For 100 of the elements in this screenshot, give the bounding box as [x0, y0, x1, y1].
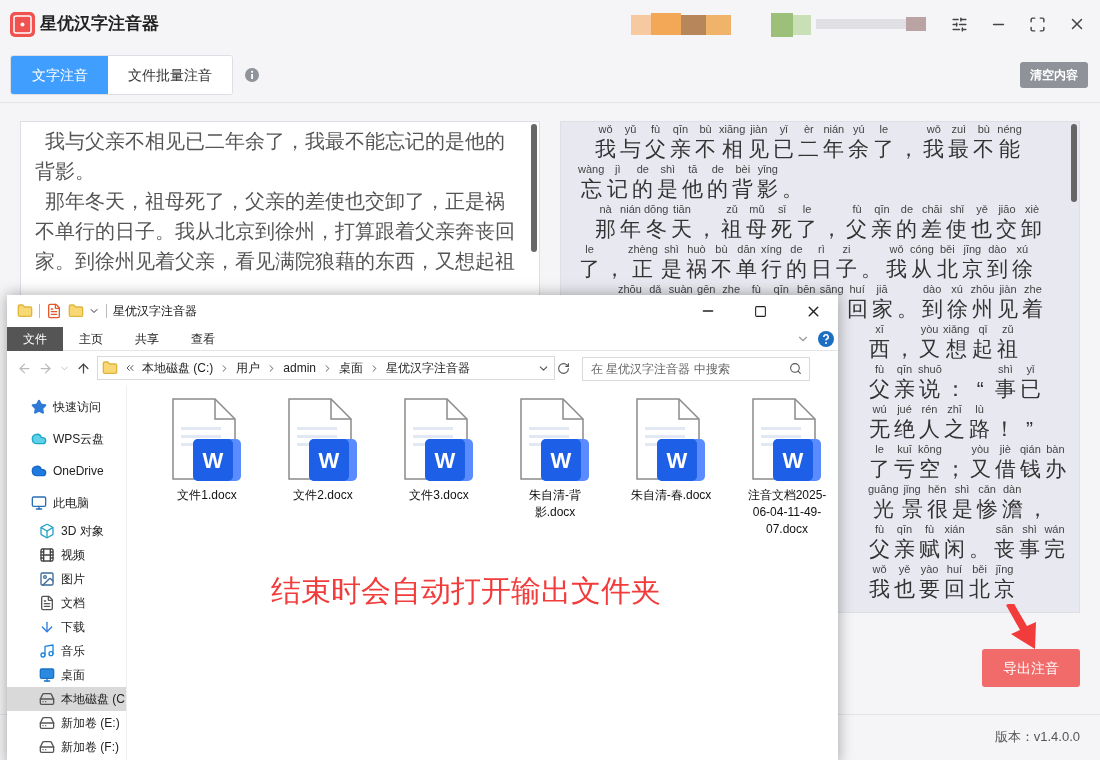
pinyin: zhōu — [970, 282, 995, 296]
file-name[interactable]: 朱自清-背影.docx — [513, 487, 597, 521]
pinyin: de — [711, 162, 724, 176]
sidebar-item[interactable]: OneDrive — [7, 455, 126, 487]
path-segment[interactable]: admin — [283, 359, 316, 377]
help-icon[interactable] — [818, 330, 834, 347]
hanzi: 说 — [919, 376, 941, 402]
hanzi: 州 — [972, 296, 993, 322]
overflow-icon — [124, 362, 136, 374]
maximize-icon[interactable] — [754, 304, 767, 318]
pinyin: zuì — [951, 122, 967, 136]
pinyin: sān — [995, 522, 1014, 536]
checklist-icon[interactable] — [46, 303, 62, 319]
pinyin: fù — [650, 122, 661, 136]
sidebar-item[interactable]: 新加卷 (E:) — [7, 711, 126, 735]
hanzi: 绝 — [894, 416, 915, 442]
pinyin: yòu — [971, 442, 990, 456]
pinyin: rì — [818, 242, 825, 256]
hanzi: 北 — [969, 576, 990, 602]
up-icon[interactable] — [76, 360, 91, 376]
sidebar-item[interactable]: WPS云盘 — [7, 423, 126, 455]
sidebar-item[interactable]: 下载 — [7, 615, 126, 639]
hanzi: 记 — [607, 176, 629, 202]
star-icon — [31, 399, 47, 415]
hanzi: ” — [1026, 416, 1033, 442]
file-name[interactable]: 注音文档2025-06-04-11-49-07.docx — [745, 487, 829, 538]
film-icon — [39, 547, 55, 563]
search-field[interactable]: 在 星优汉字注音器 中搜索 — [582, 357, 810, 381]
hanzi: 了 — [579, 256, 600, 282]
sidebar-item[interactable]: 图片 — [7, 567, 126, 591]
pinyin: běi — [972, 562, 987, 576]
pinyin: le — [879, 122, 889, 136]
ribbon-tab[interactable]: 共享 — [119, 326, 175, 351]
sidebar-item[interactable]: 本地磁盘 (C — [7, 687, 126, 711]
input-paragraph: 那年冬天，祖母死了，父亲的差使也交卸了，正是祸不单行的日子。我从北京到徐州，打算跟着父亲奔丧回家。到徐州见着父亲，看见满院狼藉的东西，又想起祖 — [35, 189, 516, 274]
pinyin: huí — [946, 562, 963, 576]
scrollbar-thumb[interactable] — [531, 124, 537, 252]
address-bar[interactable]: 本地磁盘 (C:) 用户 admin 桌面 星优汉字注音器 — [97, 356, 555, 380]
sidebar-item[interactable]: 新加卷 (F:) — [7, 735, 126, 759]
hanzi: 是 — [657, 176, 679, 202]
ribbon-tab[interactable]: 主页 — [63, 326, 119, 351]
hanzi: 完 — [1044, 536, 1065, 562]
pinyin: nián — [620, 202, 641, 216]
hanzi: 父 — [869, 536, 890, 562]
sidebar-item[interactable]: 文档 — [7, 591, 126, 615]
search-icon[interactable] — [789, 362, 802, 375]
hanzi: 是 — [661, 256, 682, 282]
pinyin: xiāng — [719, 122, 746, 136]
cloud-icon — [31, 431, 47, 447]
ribbon-tab[interactable]: 文件 — [7, 326, 63, 351]
pinyin: kōng — [918, 442, 942, 456]
pinyin: bù — [715, 242, 728, 256]
pinyin: èr — [803, 122, 814, 136]
hanzi: 相 — [721, 136, 743, 162]
path-segment[interactable]: 本地磁盘 (C:) — [142, 359, 214, 377]
pinyin: yě — [976, 202, 988, 216]
hanzi: 北 — [936, 256, 958, 282]
sidebar-item[interactable]: 视频 — [7, 543, 126, 567]
file-name[interactable]: 文件3.docx — [397, 487, 481, 504]
file-name[interactable]: 文件1.docx — [165, 487, 249, 504]
path-segment[interactable]: 桌面 — [339, 359, 363, 377]
hanzi: 死 — [771, 216, 793, 242]
pinyin: wàng — [578, 162, 605, 176]
scrollbar-thumb[interactable] — [1071, 124, 1077, 202]
hanzi: 闲 — [944, 536, 965, 562]
path-segment[interactable]: 星优汉字注音器 — [386, 359, 470, 377]
monitor-icon — [39, 667, 55, 683]
hanzi: 行 — [761, 256, 782, 282]
pinyin: xiè — [1024, 202, 1039, 216]
pinyin: bù — [977, 122, 990, 136]
logo-icon — [10, 11, 35, 37]
sidebar-item[interactable]: 3D 对象 — [7, 519, 126, 543]
sidebar-item[interactable]: 音乐 — [7, 639, 126, 663]
hanzi: ， — [696, 216, 718, 242]
folder-icon — [102, 360, 118, 376]
hanzi: 徐 — [946, 296, 968, 322]
maximize-icon[interactable] — [1029, 15, 1046, 33]
refresh-icon[interactable] — [557, 361, 570, 375]
pinyin: fù — [874, 362, 885, 376]
window-title: 星优汉字注音器 — [113, 303, 197, 320]
info-icon[interactable] — [245, 68, 259, 82]
settings-icon[interactable] — [951, 15, 968, 33]
path-segment[interactable]: 用户 — [236, 359, 261, 377]
sidebar-item[interactable]: 此电脑 — [7, 487, 126, 519]
hanzi: 我 — [923, 136, 945, 162]
hanzi: 京 — [961, 256, 983, 282]
pinyin: dōng — [644, 202, 669, 216]
sidebar-item[interactable]: 快速访问 — [7, 391, 126, 423]
pinyin: mǔ — [749, 202, 765, 216]
pinyin: zhōu — [618, 282, 642, 296]
pinyin: zi — [842, 242, 851, 256]
pinyin: jiàn — [999, 282, 1017, 296]
ribbon-tab[interactable]: 查看 — [175, 326, 231, 351]
pinyin: tiān — [673, 202, 691, 216]
file-name[interactable]: 朱自清-春.docx — [629, 487, 713, 504]
pinyin: zhe — [722, 282, 741, 296]
file-name[interactable]: 文件2.docx — [281, 487, 365, 504]
hanzi: 年 — [823, 136, 845, 162]
sidebar-item[interactable]: 桌面 — [7, 663, 126, 687]
hanzi: 父 — [846, 216, 868, 242]
